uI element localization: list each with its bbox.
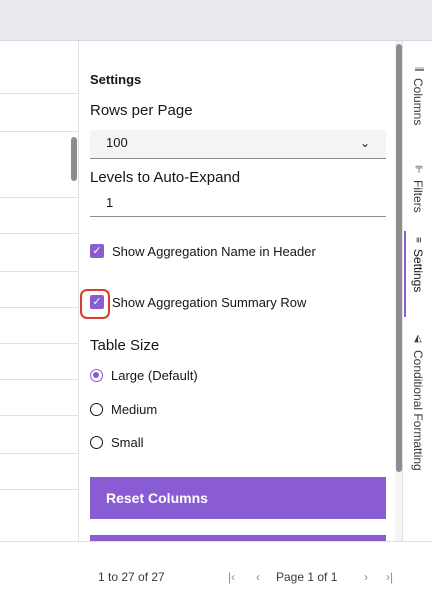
table-size-option-large[interactable]: Large (Default) — [90, 365, 198, 385]
tab-conditional-formatting[interactable]: ◭ Conditional Formatting — [403, 333, 432, 471]
tab-settings[interactable]: ≡ Settings — [403, 231, 432, 317]
tab-columns-label: Columns — [411, 77, 425, 125]
grid-scrollbar[interactable] — [71, 137, 77, 181]
grid-row-divider — [0, 93, 78, 94]
radio-selected-icon[interactable] — [90, 368, 103, 382]
table-size-label: Table Size — [90, 337, 160, 354]
annotation-highlight-box — [80, 289, 110, 319]
active-tab-indicator — [404, 231, 406, 317]
grid-row-divider — [0, 131, 78, 132]
show-aggregation-name-option[interactable]: ✓ Show Aggregation Name in Header — [90, 241, 316, 261]
rows-per-page-label: Rows per Page — [90, 102, 193, 119]
first-page-icon[interactable]: |‹ — [228, 570, 235, 584]
tab-settings-label: Settings — [411, 248, 425, 293]
tab-columns[interactable]: ⫼ Columns — [403, 67, 432, 125]
show-aggregation-name-label: Show Aggregation Name in Header — [112, 243, 316, 259]
top-bar — [0, 0, 432, 41]
show-aggregation-summary-option[interactable]: ✓ Show Aggregation Summary Row — [90, 292, 306, 312]
auto-expand-label: Levels to Auto-Expand — [90, 169, 241, 186]
columns-icon: ⫼ — [413, 67, 424, 72]
show-aggregation-summary-label: Show Aggregation Summary Row — [112, 294, 307, 310]
table-size-small-label: Small — [111, 434, 144, 450]
tab-filters[interactable]: ⊩ Filters — [403, 165, 432, 212]
auto-expand-value: 1 — [106, 195, 114, 210]
table-size-medium-label: Medium — [111, 401, 158, 417]
grid-row-divider — [0, 233, 78, 234]
tab-conditional-formatting-label: Conditional Formatting — [411, 350, 425, 471]
next-page-icon[interactable]: › — [364, 570, 368, 584]
radio-unselected-icon[interactable] — [90, 402, 103, 416]
grid-row-divider — [0, 343, 78, 344]
rows-per-page-value: 100 — [106, 135, 128, 150]
settings-title: Settings — [90, 72, 142, 87]
pagination-bar: 1 to 27 of 27 |‹ ‹ Page 1 of 1 › ›| — [0, 541, 432, 614]
table-size-large-label: Large (Default) — [111, 367, 198, 383]
grid-row-divider — [0, 379, 78, 380]
grid-row-divider — [0, 453, 78, 454]
auto-expand-input[interactable]: 1 — [90, 190, 386, 217]
grid-row-divider — [0, 489, 78, 490]
grid-row-divider — [0, 415, 78, 416]
rows-per-page-select[interactable]: 100 ⌄ — [90, 130, 386, 159]
reset-columns-button[interactable]: Reset Columns — [90, 477, 386, 519]
last-page-icon[interactable]: ›| — [386, 570, 393, 584]
data-grid — [0, 41, 78, 541]
table-size-option-medium[interactable]: Medium — [90, 399, 157, 419]
grid-row-divider — [0, 197, 78, 198]
previous-page-icon[interactable]: ‹ — [256, 570, 260, 584]
radio-unselected-icon[interactable] — [90, 435, 103, 449]
checkbox-checked-icon[interactable]: ✓ — [90, 244, 104, 258]
settings-lines-icon: ≡ — [412, 237, 424, 243]
chevron-down-icon: ⌄ — [359, 136, 370, 150]
table-size-option-small[interactable]: Small — [90, 432, 144, 452]
side-tab-bar: ⫼ Columns ⊩ Filters ≡ Settings ◭ Conditi… — [402, 41, 432, 541]
tab-filters-label: Filters — [411, 179, 425, 213]
grid-row-divider — [0, 271, 78, 272]
filter-icon: ⊩ — [412, 165, 424, 174]
paint-bucket-icon: ◭ — [412, 333, 424, 344]
row-range-text: 1 to 27 of 27 — [98, 570, 165, 584]
page-info-text: Page 1 of 1 — [276, 570, 338, 584]
grid-row-divider — [0, 307, 78, 308]
